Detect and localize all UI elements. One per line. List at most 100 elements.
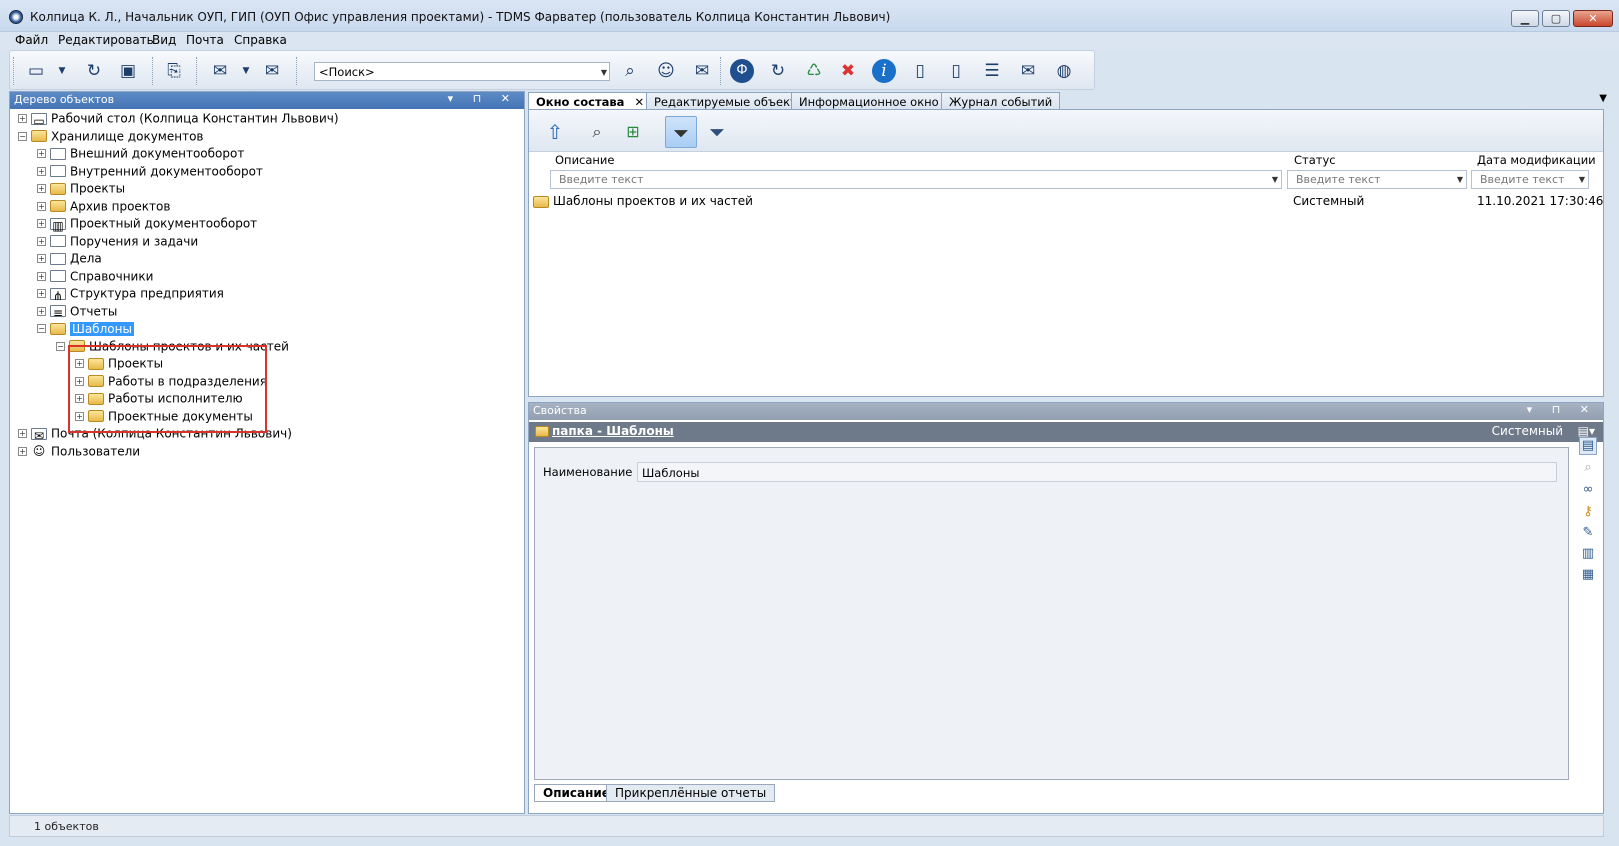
expand-icon[interactable]: + — [37, 184, 46, 193]
filter-modified-input[interactable]: Введите текст ▼ — [1471, 170, 1589, 189]
expand-icon[interactable]: + — [37, 254, 46, 263]
expand-icon[interactable]: + — [37, 271, 46, 281]
filter-dropdown-icon[interactable]: ▼ — [1579, 175, 1585, 184]
new-dropdown-icon[interactable]: ▼ — [50, 59, 74, 83]
object-link[interactable]: папка - Шаблоны — [552, 424, 674, 438]
properties-header: Свойства ▾ ⊓ ✕ — [529, 403, 1603, 420]
menu-file[interactable]: Файл — [15, 33, 48, 47]
globe-icon[interactable]: ◍ — [1052, 59, 1076, 83]
menu-edit[interactable]: Редактировать — [58, 33, 154, 47]
key-icon[interactable]: ⚷ — [1579, 504, 1597, 522]
expand-icon[interactable]: + — [18, 429, 27, 438]
envelope-icon[interactable]: ✉ — [1016, 59, 1040, 83]
expand-icon[interactable]: + — [37, 201, 46, 211]
tab-event-log[interactable]: Журнал событий — [941, 92, 1061, 110]
up-arrow-icon[interactable]: ⇧ — [539, 116, 571, 148]
filter-dropdown-icon[interactable]: ▼ — [1272, 175, 1278, 184]
column-status[interactable]: Статус — [1294, 153, 1336, 167]
tree-item[interactable]: + Архив проектов — [37, 199, 170, 217]
pane-controls[interactable]: ▾ ⊓ ✕ — [1527, 403, 1597, 416]
field-name-value[interactable]: Шаблоны — [637, 462, 1557, 482]
mail-icon: ✉ — [31, 427, 47, 443]
tree-item[interactable]: + Внешний документооборот — [37, 146, 244, 164]
filter-icon[interactable]: ⏷ — [665, 116, 697, 148]
expand-icon[interactable]: + — [37, 166, 46, 176]
collapse-icon[interactable]: − — [37, 324, 46, 333]
tree-item[interactable]: + ▥ Проектный документооборот — [37, 216, 257, 234]
menu-view[interactable]: Вид — [152, 33, 176, 47]
maximize-button[interactable]: ▢ — [1542, 10, 1570, 27]
pane-controls[interactable]: ▾ ⊓ ✕ — [448, 92, 518, 105]
magnifier-icon[interactable]: ⌕ — [1579, 460, 1597, 478]
edit-pen-icon[interactable]: ✎ — [1579, 525, 1597, 543]
delete-user-icon[interactable]: ✖ — [836, 59, 860, 83]
expand-icon[interactable]: + — [18, 446, 27, 456]
message-icon[interactable]: ☰ — [980, 59, 1004, 83]
menu-help[interactable]: Справка — [234, 33, 287, 47]
tree-item[interactable]: + ≡ Отчеты — [37, 304, 117, 322]
search-input[interactable]: <Поиск> ▼ — [314, 62, 610, 81]
tree-item[interactable]: + Справочники — [37, 269, 153, 287]
expand-icon[interactable]: + — [37, 149, 46, 158]
expand-icon[interactable]: + — [37, 306, 46, 316]
table-row[interactable]: Шаблоны проектов и их частей — [533, 194, 753, 208]
sync-icon[interactable]: ↻ — [766, 59, 790, 83]
tabs-overflow-icon[interactable]: ▼ — [1599, 93, 1607, 104]
tree-item[interactable]: + ☺ Пользователи — [18, 444, 140, 462]
expand-icon[interactable]: + — [18, 114, 27, 123]
tree-item[interactable]: + ▭ Рабочий стол (Колпица Константин Львов… — [18, 111, 339, 129]
expand-icon[interactable]: + — [37, 236, 46, 246]
tree-item-label: Внутренний документооборот — [70, 164, 263, 178]
search-window-icon[interactable]: ⌕ — [618, 59, 642, 83]
collapse-icon[interactable]: − — [56, 341, 65, 351]
tree-item-label: Проектный документооборот — [70, 216, 258, 231]
link-icon[interactable]: ∞ — [1579, 482, 1597, 500]
tab-attached-reports[interactable]: Прикреплённые отчеты — [606, 784, 776, 802]
tree-item[interactable]: + Внутренний документооборот — [37, 164, 263, 182]
window-icon[interactable]: ▣ — [116, 59, 140, 83]
filter-status-input[interactable]: Введите текст ▼ — [1287, 170, 1467, 189]
search-dropdown-icon[interactable]: ▼ — [601, 68, 607, 77]
column-modified[interactable]: Дата модификации — [1477, 153, 1596, 167]
menu-mail[interactable]: Почта — [186, 33, 224, 47]
tab-close-icon[interactable]: ✕ — [634, 95, 644, 109]
tree-item[interactable]: + Проекты — [37, 181, 125, 199]
tab-editable-objects[interactable]: Редактируемые объекты — [646, 92, 814, 110]
paste-icon[interactable]: ⎘ — [162, 59, 186, 83]
filter-description-input[interactable]: Введите текст ▼ — [550, 170, 1282, 189]
minimize-button[interactable]: ▁ — [1511, 10, 1539, 27]
book-icon[interactable]: ▥ — [1579, 546, 1597, 564]
user-search-icon[interactable]: ☺ — [654, 59, 678, 83]
tree-item[interactable]: + Поручения и задачи — [37, 234, 198, 252]
excel-export-icon[interactable]: ⊞ — [617, 116, 649, 148]
mail-dropdown-icon[interactable]: ▼ — [234, 59, 258, 83]
mail-send-icon[interactable]: ✉ — [260, 59, 284, 83]
form-view-icon[interactable]: ▤ — [1579, 437, 1597, 455]
collapse-icon[interactable]: − — [18, 131, 27, 141]
filter-settings-icon[interactable]: ⏷ — [701, 116, 733, 148]
settings-window-icon[interactable]: ▦ — [1579, 567, 1597, 585]
users-sync-icon[interactable]: ♺ — [802, 59, 826, 83]
tree-item[interactable]: − Хранилище документов — [18, 129, 203, 147]
document-down-icon[interactable]: ▯ — [908, 59, 932, 83]
tree-item[interactable]: − Шаблоны — [37, 321, 134, 339]
info-icon[interactable]: i — [872, 59, 896, 83]
tab-info-window[interactable]: Информационное окно — [791, 92, 947, 110]
refresh-icon[interactable]: ↻ — [82, 59, 106, 83]
column-description[interactable]: Описание — [555, 153, 614, 167]
object-menu-icon[interactable]: ▤▾ — [1578, 424, 1595, 438]
compose-mail-icon[interactable]: ✉ — [208, 59, 232, 83]
tree-search-icon[interactable]: ⌕ — [581, 116, 613, 148]
mail-search-icon[interactable]: ✉ — [690, 59, 714, 83]
close-button[interactable]: ✕ — [1573, 10, 1613, 27]
tab-bar: Окно состава ✕ Редактируемые объекты Инф… — [528, 91, 1619, 111]
tree-item[interactable]: + Дела — [37, 251, 102, 269]
document-up-icon[interactable]: ▯ — [944, 59, 968, 83]
expand-icon[interactable]: + — [37, 289, 46, 298]
toolbar-separator — [720, 57, 722, 85]
tree-item[interactable]: + ⋔ Структура предприятия — [37, 286, 224, 304]
filter-dropdown-icon[interactable]: ▼ — [1457, 175, 1463, 184]
new-object-icon[interactable]: ▭ — [24, 59, 48, 83]
expand-icon[interactable]: + — [37, 219, 46, 228]
fairway-logo-icon[interactable]: Ф — [730, 59, 754, 83]
